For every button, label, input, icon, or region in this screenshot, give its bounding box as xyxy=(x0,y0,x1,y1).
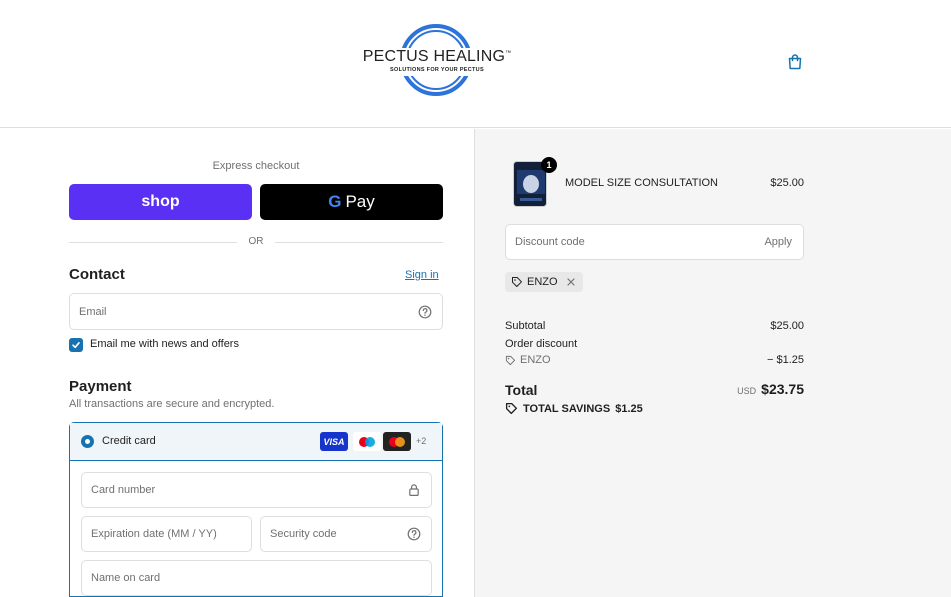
applied-code-label: ENZO xyxy=(527,276,558,288)
total-amount: USD $23.75 xyxy=(737,381,804,397)
google-pay-label: Pay xyxy=(345,192,375,211)
divider-right xyxy=(275,242,443,243)
email-placeholder: Email xyxy=(79,305,107,318)
sign-in-link[interactable]: Sign in xyxy=(405,269,439,281)
google-g-letter: G xyxy=(328,192,342,211)
tag-icon xyxy=(512,277,522,287)
google-pay-button[interactable]: G Pay xyxy=(260,184,443,220)
savings-label: TOTAL SAVINGS xyxy=(523,402,611,415)
visa-icon: VISA xyxy=(320,432,348,451)
shop-pay-button[interactable]: shop xyxy=(69,184,252,220)
card-number-placeholder: Card number xyxy=(91,484,156,496)
brand-logo[interactable]: PECTUS HEALING™ SOLUTIONS FOR YOUR PECTU… xyxy=(362,24,512,96)
brand-tagline: SOLUTIONS FOR YOUR PECTUS xyxy=(390,67,484,73)
quantity-badge: 1 xyxy=(541,157,557,173)
name-on-card-placeholder: Name on card xyxy=(91,572,161,584)
google-g-icon: G xyxy=(328,192,341,212)
expiry-placeholder: Expiration date (MM / YY) xyxy=(91,528,217,540)
store-header: PECTUS HEALING™ SOLUTIONS FOR YOUR PECTU… xyxy=(0,0,951,128)
discount-code-placeholder: Discount code xyxy=(515,236,585,248)
credit-card-radio[interactable] xyxy=(81,435,94,448)
discount-code-row: ENZO xyxy=(505,354,805,366)
checkmark-icon xyxy=(72,342,80,349)
discount-code-name: ENZO xyxy=(520,354,551,366)
applied-discount-chip: ENZO xyxy=(505,272,583,292)
contact-heading: Contact xyxy=(69,266,125,283)
tag-icon xyxy=(505,355,516,365)
shopping-bag-icon xyxy=(788,53,802,69)
credit-card-option[interactable]: Credit card VISA +2 xyxy=(70,423,442,461)
total-value: $23.75 xyxy=(761,381,804,397)
newsletter-checkbox[interactable] xyxy=(69,338,83,352)
question-circle-icon[interactable] xyxy=(407,527,421,541)
order-summary: 1 MODEL SIZE CONSULTATION $25.00 Discoun… xyxy=(474,129,951,597)
maestro-icon xyxy=(353,432,381,451)
credit-card-panel: Credit card VISA +2 Card number Expirati… xyxy=(69,422,443,597)
close-icon[interactable] xyxy=(565,276,577,288)
maestro-logo xyxy=(359,436,375,447)
card-number-field[interactable]: Card number xyxy=(81,472,432,508)
subtotal-label: Subtotal xyxy=(505,320,546,332)
total-label: Total xyxy=(505,382,538,398)
savings-value: $1.25 xyxy=(615,402,643,415)
name-on-card-field[interactable]: Name on card xyxy=(81,560,432,596)
express-checkout-title: Express checkout xyxy=(212,160,300,172)
product-price: $25.00 xyxy=(770,177,804,189)
brand-trademark: ™ xyxy=(505,50,512,57)
credit-card-label: Credit card xyxy=(102,435,156,447)
discount-code-field[interactable]: Discount code Apply xyxy=(505,224,804,260)
total-savings: TOTAL SAVINGS $1.25 xyxy=(505,402,643,415)
more-card-brands: +2 xyxy=(416,436,427,446)
mastercard-logo xyxy=(389,436,405,447)
product-title: MODEL SIZE CONSULTATION xyxy=(565,177,718,189)
question-circle-icon[interactable] xyxy=(418,305,432,319)
expiry-field[interactable]: Expiration date (MM / YY) xyxy=(81,516,252,552)
cart-button[interactable] xyxy=(781,47,809,75)
mastercard-icon xyxy=(383,432,411,451)
security-code-placeholder: Security code xyxy=(270,528,337,540)
visa-label: VISA xyxy=(323,436,345,447)
tag-icon xyxy=(505,402,518,415)
subtotal-value: $25.00 xyxy=(770,320,804,332)
email-field[interactable]: Email xyxy=(69,293,443,330)
order-discount-label: Order discount xyxy=(505,338,578,350)
discount-value: − $1.25 xyxy=(766,354,804,366)
payment-subtitle: All transactions are secure and encrypte… xyxy=(69,398,275,410)
brand-name: PECTUS HEALING xyxy=(362,48,506,65)
or-separator: OR xyxy=(248,236,264,247)
newsletter-label[interactable]: Email me with news and offers xyxy=(90,338,239,350)
total-currency: USD xyxy=(737,386,757,396)
divider-left xyxy=(69,242,237,243)
payment-heading: Payment xyxy=(69,378,132,395)
radio-dot xyxy=(85,439,90,444)
lock-icon xyxy=(409,484,419,497)
apply-button[interactable]: Apply xyxy=(764,236,792,248)
logo-wordmark: PECTUS HEALING™ xyxy=(362,48,512,66)
shop-pay-label: shop xyxy=(141,193,180,210)
security-code-field[interactable]: Security code xyxy=(260,516,432,552)
checkout-main: Express checkout shop G Pay OR Contact S… xyxy=(0,129,474,597)
